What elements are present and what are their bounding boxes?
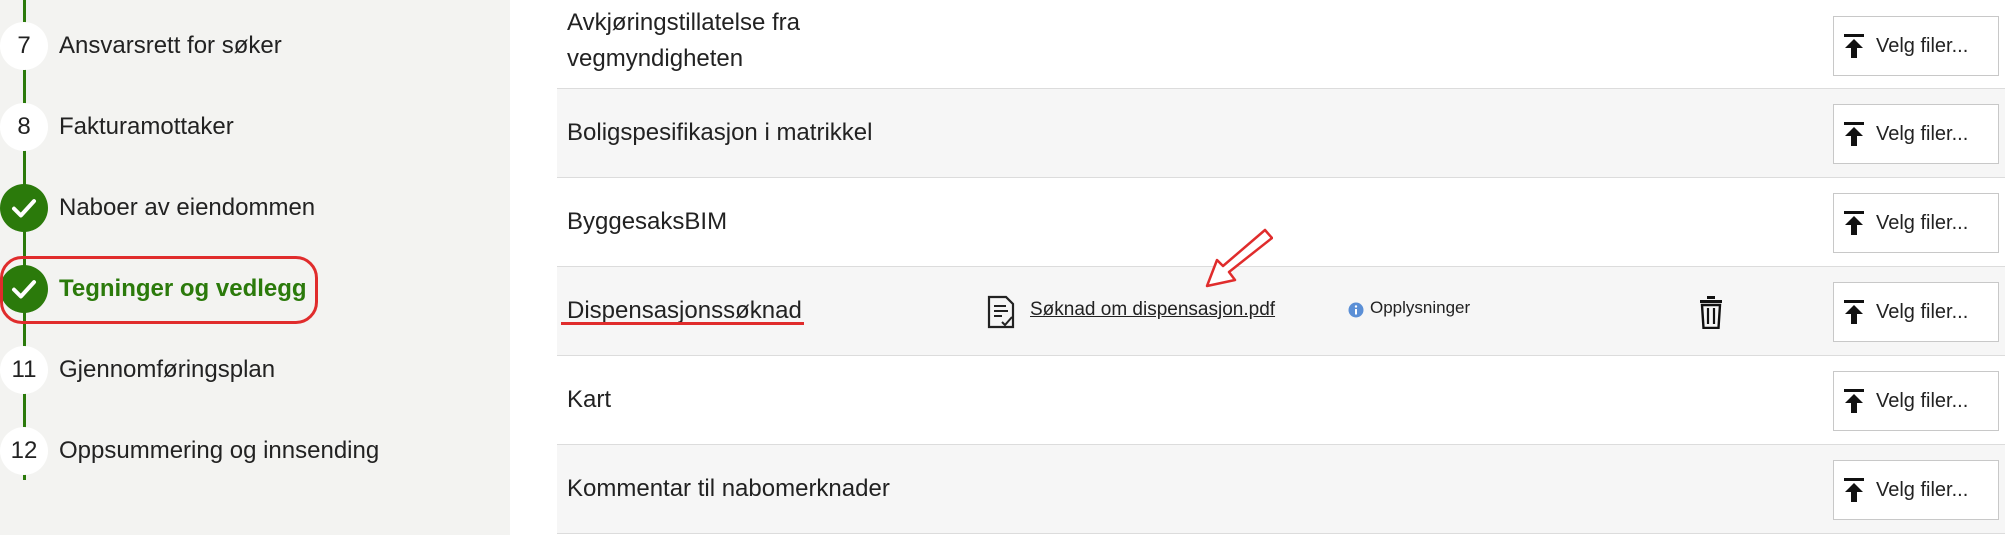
attachment-title: Kart bbox=[567, 386, 612, 413]
upload-button[interactable]: Velg filer... bbox=[1833, 282, 1999, 342]
upload-button-label: Velg filer... bbox=[1876, 389, 1969, 412]
step-number-badge: 11 bbox=[0, 346, 48, 394]
checkmark-icon bbox=[0, 184, 48, 232]
upload-button[interactable]: Velg filer... bbox=[1833, 193, 1999, 253]
trash-icon[interactable] bbox=[1699, 295, 1723, 329]
annotation-underline bbox=[561, 322, 804, 325]
annotation-highlight-box bbox=[0, 256, 318, 324]
upload-icon bbox=[1844, 478, 1864, 502]
step-number-badge: 12 bbox=[0, 427, 48, 475]
file-icon bbox=[987, 295, 1015, 329]
upload-button[interactable]: Velg filer... bbox=[1833, 104, 1999, 164]
attachment-title: Boligspesifikasjon i matrikkel bbox=[567, 119, 873, 146]
upload-button-label: Velg filer... bbox=[1876, 478, 1969, 501]
upload-button-label: Velg filer... bbox=[1876, 300, 1969, 323]
attachment-row: Boligspesifikasjon i matrikkel Velg file… bbox=[557, 89, 2005, 178]
attachment-row-dispensasjon: Dispensasjonssøknad Søknad om dispensasj… bbox=[557, 267, 2005, 356]
step-label: Oppsummering og innsending bbox=[59, 437, 380, 464]
attached-file-link[interactable]: Søknad om dispensasjon.pdf bbox=[1030, 299, 1275, 321]
upload-button[interactable]: Velg filer... bbox=[1833, 460, 1999, 520]
upload-button[interactable]: Velg filer... bbox=[1833, 16, 1999, 76]
attachment-row: Kart Velg filer... bbox=[557, 356, 2005, 445]
attachment-row: Kommentar til nabomerknader Velg filer..… bbox=[557, 445, 2005, 534]
attachment-title-line1: Avkjøringstillatelse fra bbox=[567, 9, 800, 36]
upload-icon bbox=[1844, 389, 1864, 413]
upload-button-label: Velg filer... bbox=[1876, 34, 1969, 57]
upload-icon bbox=[1844, 122, 1864, 146]
attachment-title-line2: vegmyndigheten bbox=[567, 45, 744, 72]
upload-icon bbox=[1844, 34, 1864, 58]
info-link[interactable]: Opplysninger bbox=[1370, 298, 1470, 318]
step-sidebar: 7 Ansvarsrett for søker 8 Fakturamottake… bbox=[0, 0, 510, 535]
step-label: Fakturamottaker bbox=[59, 113, 234, 140]
upload-icon bbox=[1844, 300, 1864, 324]
upload-button-label: Velg filer... bbox=[1876, 211, 1969, 234]
info-icon[interactable] bbox=[1348, 302, 1364, 318]
attachment-title: ByggesaksBIM bbox=[567, 208, 728, 235]
attachment-row: ByggesaksBIM Velg filer... bbox=[557, 178, 2005, 267]
arrow-annotation bbox=[1205, 228, 1273, 288]
upload-button-label: Velg filer... bbox=[1876, 122, 1969, 145]
step-label: Ansvarsrett for søker bbox=[59, 32, 282, 59]
step-number-badge: 7 bbox=[0, 22, 48, 70]
step-connector-line bbox=[23, 0, 26, 480]
upload-button[interactable]: Velg filer... bbox=[1833, 371, 1999, 431]
step-label: Naboer av eiendommen bbox=[59, 194, 316, 221]
step-label: Gjennomføringsplan bbox=[59, 356, 276, 383]
step-number-badge: 8 bbox=[0, 103, 48, 151]
attachment-row: Avkjøringstillatelse fra vegmyndigheten … bbox=[557, 0, 2005, 89]
upload-icon bbox=[1844, 211, 1864, 235]
attachment-title: Kommentar til nabomerknader bbox=[567, 475, 890, 502]
